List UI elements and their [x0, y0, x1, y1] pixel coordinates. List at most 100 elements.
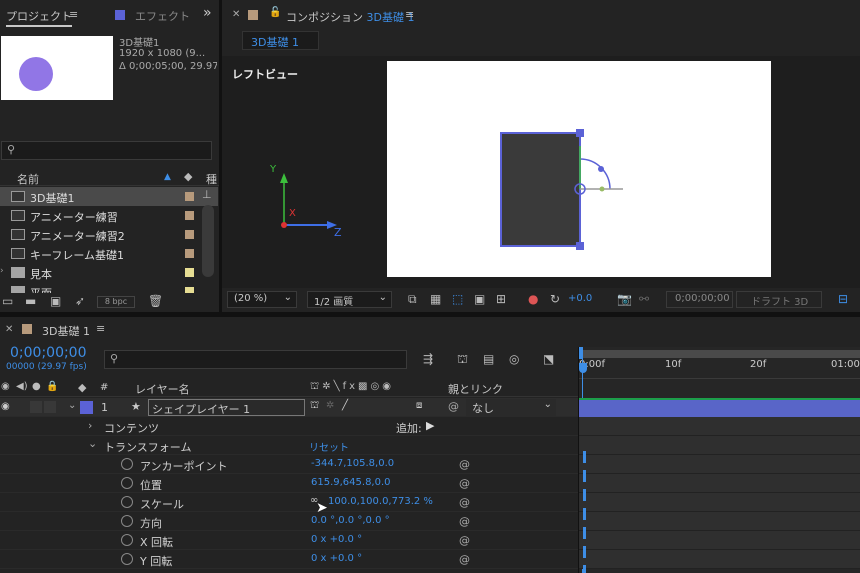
shy-switch-icon[interactable]: ⛫	[310, 400, 319, 413]
reset-link[interactable]: リセット	[309, 439, 349, 454]
new-composition-icon[interactable]: ▣	[50, 294, 61, 308]
tab-close-icon[interactable]: ✕	[232, 9, 240, 20]
tab-timeline[interactable]: 3D基礎 1	[42, 323, 90, 339]
property-value[interactable]: 615.9,645.8,0.0	[311, 477, 391, 488]
panel-overflow-icon[interactable]: »	[203, 5, 212, 21]
exposure-value[interactable]: +0.0	[568, 293, 592, 304]
property-row[interactable]: Y 回転 0 x +0.0 ° @	[0, 550, 578, 569]
layer-duration-bar[interactable]	[579, 398, 860, 417]
frame-blending-icon[interactable]: ▤	[483, 352, 494, 366]
expand-arrow-icon[interactable]: ⌄	[88, 437, 97, 450]
expression-pickwhip-icon[interactable]: @	[459, 553, 471, 566]
region-of-interest-icon[interactable]: ▣	[474, 292, 485, 306]
tab-composition[interactable]: コンポジション 3D基礎 1	[286, 9, 414, 25]
keyframe-marker[interactable]	[583, 508, 586, 520]
transform-row[interactable]: ⌄ トランスフォーム リセット	[0, 436, 578, 455]
comp-viewer[interactable]: レフトビュー Y X Z	[222, 56, 860, 288]
expression-pickwhip-icon[interactable]: @	[459, 477, 471, 490]
property-row[interactable]: X 回転 0 x +0.0 ° @	[0, 531, 578, 550]
motion-blur-icon[interactable]: ◎	[509, 352, 519, 366]
rotation-handle[interactable]	[598, 166, 604, 172]
current-time-display[interactable]: 0;00;00;00	[10, 345, 87, 361]
work-area-bar[interactable]	[579, 350, 860, 358]
stopwatch-icon[interactable]	[121, 515, 133, 527]
composition-mini-flowchart-icon[interactable]: ⇶	[423, 352, 433, 366]
property-row[interactable]: 位置 615.9,645.8,0.0 @	[0, 474, 578, 493]
lock-switch-icon[interactable]: 🔒	[46, 381, 58, 392]
label-tag-icon[interactable]: ◆	[184, 170, 192, 183]
col-type[interactable]: 種	[206, 171, 217, 187]
current-time-field[interactable]: 0;00;00;00	[666, 291, 733, 308]
property-row[interactable]: アンカーポイント -344.7,105.8,0.0 @	[0, 455, 578, 474]
expand-arrow-icon[interactable]: ›	[88, 419, 92, 432]
timeline-search-input[interactable]: ⚲	[104, 350, 407, 369]
corner-handle[interactable]	[576, 242, 584, 250]
property-value[interactable]: 0 x +0.0 °	[311, 553, 362, 564]
expand-arrow-icon[interactable]: ⌄	[68, 400, 76, 411]
label-color[interactable]	[80, 401, 93, 414]
fast-previews-icon[interactable]: ⧉	[408, 292, 417, 307]
flowchart-icon[interactable]: ⊥	[202, 188, 212, 201]
playhead-handle[interactable]	[579, 363, 587, 373]
stopwatch-icon[interactable]	[121, 458, 133, 470]
keyframe-marker[interactable]	[583, 451, 586, 463]
draft-3d-icon[interactable]: ⛫	[457, 352, 468, 368]
interpret-footage-icon[interactable]: ▭	[2, 294, 13, 308]
tab-project[interactable]: プロジェクト	[6, 8, 72, 27]
list-item[interactable]: 3D基礎1	[0, 187, 218, 206]
property-row[interactable]: スケール ∞ 100.0,100.0,773.2 % @ ➤	[0, 493, 578, 516]
stopwatch-icon[interactable]	[121, 534, 133, 546]
property-value[interactable]: 0 x +0.0 °	[311, 534, 362, 545]
expression-pickwhip-icon[interactable]: @	[459, 534, 471, 547]
list-item[interactable]: › 見本	[0, 263, 218, 282]
shape-layer-rect[interactable]	[500, 132, 581, 247]
corner-handle[interactable]	[576, 129, 584, 137]
tab-effects[interactable]: エフェクト	[135, 8, 190, 24]
new-folder-icon[interactable]: ▬	[25, 294, 36, 308]
keyframe-marker[interactable]	[583, 565, 586, 573]
expression-pickwhip-icon[interactable]: @	[459, 496, 471, 509]
contents-row[interactable]: › コンテンツ 追加: ▶	[0, 417, 578, 436]
resolution-dropdown[interactable]: 1/2 画質 ⌄	[307, 291, 392, 308]
pickwhip-icon[interactable]: @	[448, 400, 459, 413]
quality-switch-icon[interactable]: ╱	[342, 400, 348, 411]
list-item[interactable]: アニメーター練習2	[0, 225, 218, 244]
draft-3d-button[interactable]: ドラフト 3D	[736, 291, 822, 308]
stopwatch-icon[interactable]	[121, 553, 133, 565]
gizmo-handle[interactable]	[599, 186, 605, 192]
time-ruler[interactable]: 0:00f 10f 20f 01:00f	[579, 359, 860, 379]
menu-icon[interactable]: ≡	[96, 322, 105, 335]
graph-editor-icon[interactable]: ⬔	[543, 352, 554, 366]
sort-arrow-icon[interactable]: ▲	[164, 172, 171, 182]
project-search-input[interactable]: ⚲	[1, 141, 212, 160]
solo-switch-icon[interactable]: ●	[32, 381, 41, 392]
show-snapshot-icon[interactable]: ⚯	[639, 292, 649, 306]
menu-icon[interactable]: ≡	[405, 8, 414, 21]
video-switch-icon[interactable]: ◉	[1, 381, 10, 392]
color-management-icon[interactable]: ↻	[550, 292, 560, 306]
audio-switch-icon[interactable]: ◀)	[16, 381, 28, 392]
expression-pickwhip-icon[interactable]: @	[459, 458, 471, 471]
add-label[interactable]: 追加:	[396, 420, 422, 436]
trash-icon[interactable]: 🗑	[148, 294, 163, 308]
project-scrollbar[interactable]	[202, 205, 214, 277]
stopwatch-icon[interactable]	[121, 496, 133, 508]
keyframe-marker[interactable]	[583, 527, 586, 539]
list-item[interactable]: アニメーター練習	[0, 206, 218, 225]
timeline-graph[interactable]: 0:00f 10f 20f 01:00f	[578, 347, 860, 573]
grid-guides-icon[interactable]: ⊞	[496, 292, 506, 306]
label-tag-icon[interactable]: ◆	[78, 381, 86, 394]
col-parent[interactable]: 親とリンク	[448, 381, 503, 397]
parent-dropdown[interactable]: なし ⌄	[466, 399, 556, 416]
property-value[interactable]: 0.0 °,0.0 °,0.0 °	[311, 515, 390, 526]
tab-close-icon[interactable]: ✕	[5, 324, 13, 335]
comp-subtab[interactable]: 3D基礎 1	[242, 31, 319, 50]
bpc-button[interactable]: 8 bpc	[97, 296, 135, 308]
stopwatch-icon[interactable]	[121, 477, 133, 489]
collapse-switch-icon[interactable]: ✲	[326, 400, 334, 411]
lock-box[interactable]	[44, 401, 56, 413]
zoom-dropdown[interactable]: (20 %) ⌄	[227, 291, 297, 308]
layer-name-field[interactable]: シェイプレイヤー 1	[148, 399, 305, 416]
property-value[interactable]: 100.0,100.0,773.2 %	[328, 496, 433, 507]
mask-visibility-icon[interactable]: ⬚	[452, 292, 463, 306]
